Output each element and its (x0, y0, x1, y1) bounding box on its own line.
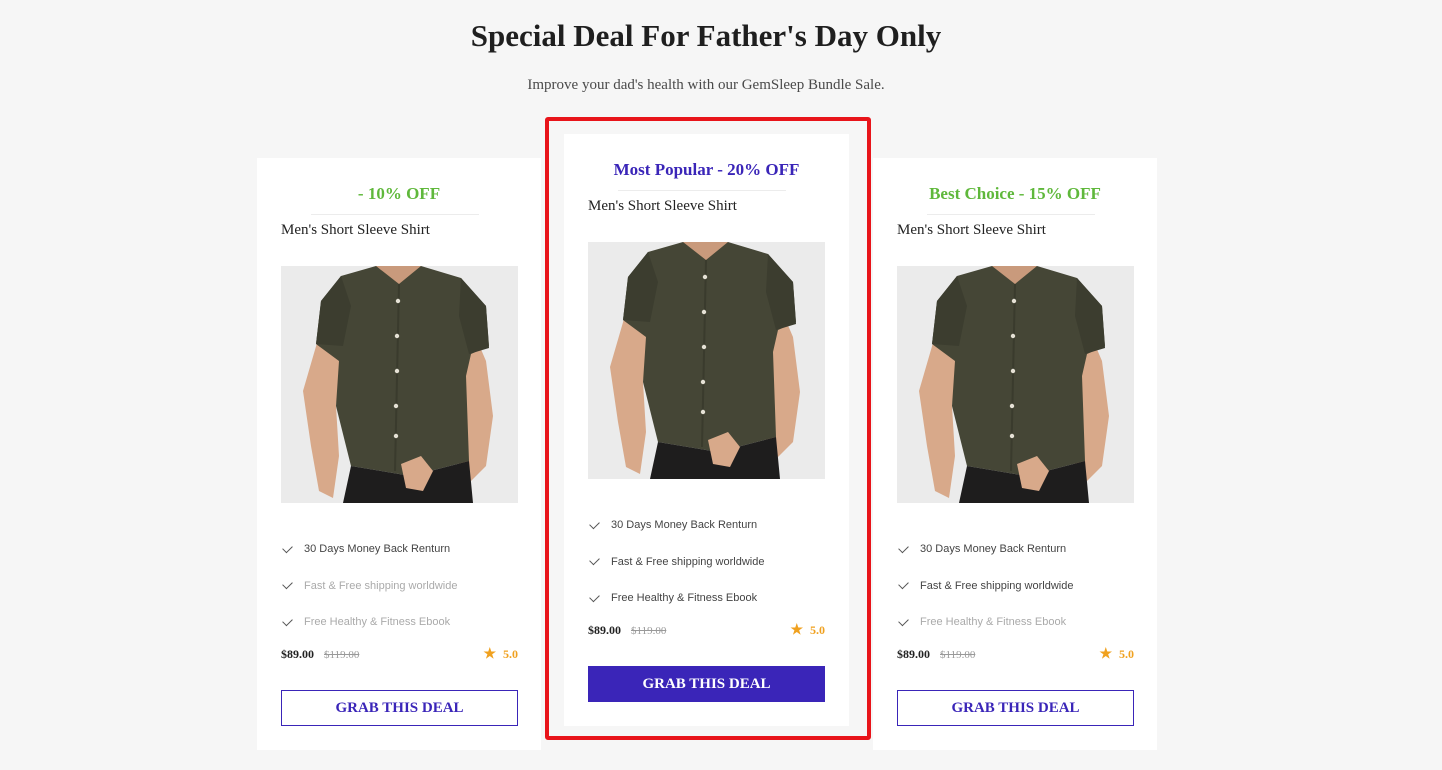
product-image (281, 266, 518, 503)
rating: ★ 5.0 (483, 647, 518, 662)
star-icon: ★ (1099, 647, 1112, 662)
grab-deal-button[interactable]: GRAB THIS DEAL (281, 690, 518, 726)
feature-item: 30 Days Money Back Renturn (589, 507, 764, 544)
check-icon (589, 518, 600, 530)
deal-card-15-off: Best Choice - 15% OFF Men's Short Sleeve… (873, 158, 1157, 750)
divider (311, 214, 479, 215)
product-name: Men's Short Sleeve Shirt (588, 198, 737, 214)
sale-price: $89.00 (281, 647, 314, 661)
check-icon (282, 615, 293, 627)
feature-item: Free Healthy & Fitness Ebook (898, 604, 1073, 641)
divider (927, 214, 1095, 215)
original-price: $119.00 (631, 624, 667, 637)
feature-item: 30 Days Money Back Renturn (282, 531, 457, 568)
check-icon (898, 542, 909, 554)
product-image (897, 266, 1134, 503)
feature-item: Fast & Free shipping worldwide (589, 544, 764, 581)
feature-item: Free Healthy & Fitness Ebook (589, 580, 764, 617)
product-image (588, 242, 825, 479)
feature-list: 30 Days Money Back Renturn Fast & Free s… (282, 531, 457, 641)
original-price: $119.00 (940, 648, 976, 661)
rating: ★ 5.0 (790, 623, 825, 638)
check-icon (589, 554, 600, 566)
price-row: $89.00 $119.00 ★ 5.0 (897, 646, 1134, 663)
check-icon (589, 591, 600, 603)
sale-price: $89.00 (588, 623, 621, 637)
check-icon (898, 578, 909, 590)
original-price: $119.00 (324, 648, 360, 661)
discount-badge: Best Choice - 15% OFF (929, 184, 1101, 203)
feature-list: 30 Days Money Back Renturn Fast & Free s… (898, 531, 1073, 641)
feature-list: 30 Days Money Back Renturn Fast & Free s… (589, 507, 764, 617)
product-name: Men's Short Sleeve Shirt (281, 222, 430, 238)
price-row: $89.00 $119.00 ★ 5.0 (588, 622, 825, 639)
divider (618, 190, 786, 191)
product-name: Men's Short Sleeve Shirt (897, 222, 1046, 238)
deal-card-20-off: Most Popular - 20% OFF Men's Short Sleev… (564, 134, 849, 726)
star-icon: ★ (790, 623, 803, 638)
feature-item: Fast & Free shipping worldwide (282, 568, 457, 605)
feature-item: Fast & Free shipping worldwide (898, 568, 1073, 605)
price-row: $89.00 $119.00 ★ 5.0 (281, 646, 518, 663)
check-icon (282, 578, 293, 590)
rating: ★ 5.0 (1099, 647, 1134, 662)
feature-item: 30 Days Money Back Renturn (898, 531, 1073, 568)
grab-deal-button[interactable]: GRAB THIS DEAL (588, 666, 825, 702)
deal-card-10-off: - 10% OFF Men's Short Sleeve Shirt 30 Da… (257, 158, 541, 750)
page-title: Special Deal For Father's Day Only (470, 18, 942, 53)
sale-price: $89.00 (897, 647, 930, 661)
discount-badge: - 10% OFF (357, 184, 441, 203)
grab-deal-button[interactable]: GRAB THIS DEAL (897, 690, 1134, 726)
check-icon (282, 542, 293, 554)
page-subtitle: Improve your dad's health with our GemSl… (527, 77, 885, 93)
star-icon: ★ (483, 647, 496, 662)
check-icon (898, 615, 909, 627)
discount-badge: Most Popular - 20% OFF (613, 160, 800, 179)
feature-item: Free Healthy & Fitness Ebook (282, 604, 457, 641)
